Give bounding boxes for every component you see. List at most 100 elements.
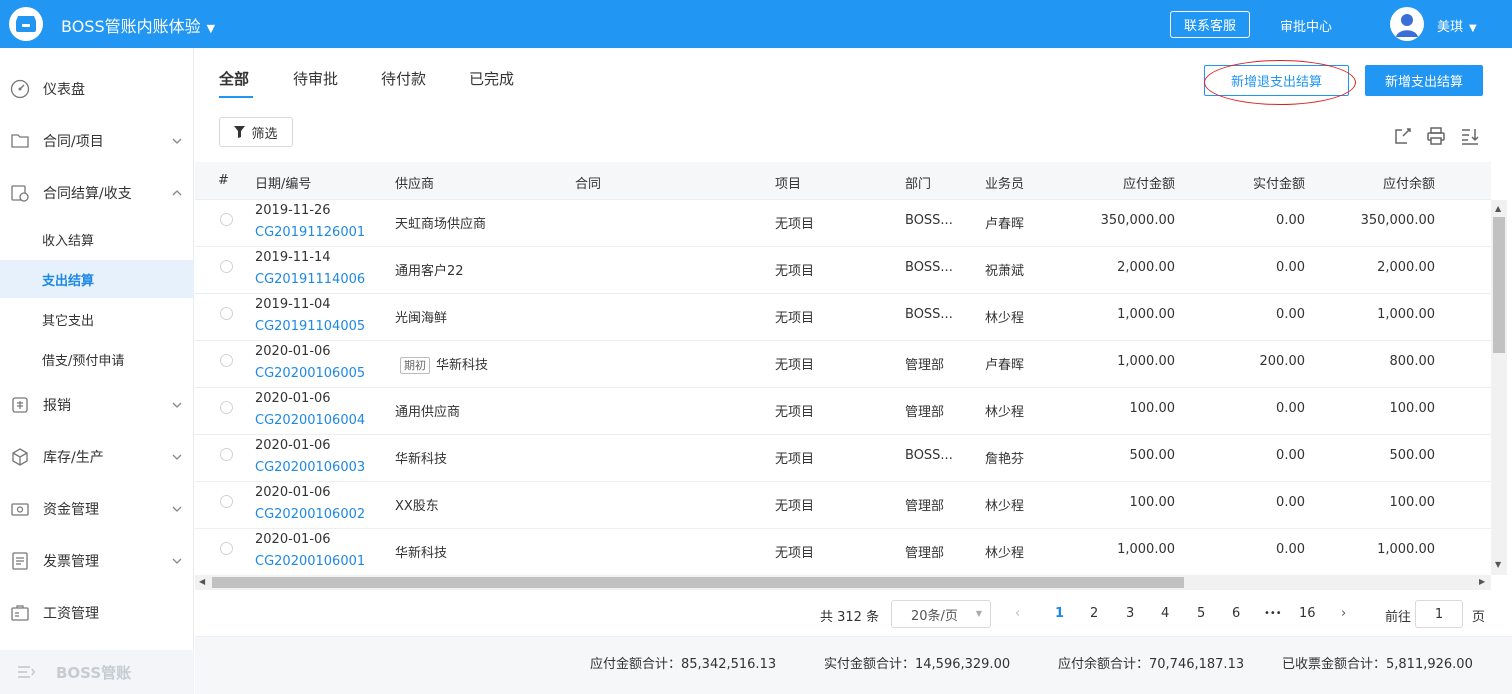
table-row[interactable]: 2020-01-06 CG20200106002 XX股东 无项目 管理部 林少程 100.… (195, 482, 1491, 529)
row-supplier: 天虹商场供应商 (395, 217, 487, 232)
column-header[interactable]: 供应商 (395, 173, 434, 192)
user-menu[interactable]: 美琪 ▼ (1437, 16, 1477, 35)
row-select-radio[interactable] (220, 448, 233, 461)
scroll-up-arrow-icon[interactable]: ▲ (1495, 204, 1501, 213)
total-count: 共 312 条 (820, 610, 880, 625)
prev-page-icon[interactable]: ‹ (1015, 606, 1020, 621)
chevron-down-icon (171, 451, 183, 463)
row-payable-amount: 2,000.00 (1117, 260, 1175, 275)
row-select-radio[interactable] (220, 495, 233, 508)
sidebar-item-reimburse[interactable]: 报销 (0, 385, 194, 425)
row-project: 无项目 (775, 358, 815, 373)
sidebar-subitem-expense[interactable]: 支出结算 (0, 260, 194, 298)
dashboard-icon (10, 79, 30, 99)
sidebar-item-funds[interactable]: 资金管理 (0, 489, 194, 529)
column-header[interactable]: 项目 (775, 173, 801, 192)
table-row[interactable]: 2020-01-06 CG20200106004 通用供应商 无项目 管理部 林少程 100… (195, 388, 1491, 435)
table-row[interactable]: 2019-11-14 CG20191114006 通用客户22 无项目 BOSS... 祝… (195, 247, 1491, 294)
tab-all[interactable]: 全部 (219, 68, 249, 89)
download-icon[interactable] (1460, 126, 1480, 146)
row-code-link[interactable]: CG20191104005 (255, 319, 365, 334)
column-header[interactable]: 实付金额 (1205, 173, 1305, 192)
row-code-link[interactable]: CG20200106003 (255, 460, 365, 475)
row-select-radio[interactable] (220, 307, 233, 320)
print-icon[interactable] (1426, 126, 1446, 146)
row-salesperson: 林少程 (985, 499, 1025, 514)
sidebar-item-label: 库存/生产 (43, 450, 104, 466)
filter-button[interactable]: 筛选 (219, 117, 293, 147)
page-number[interactable]: 6 (1232, 606, 1240, 621)
vertical-scrollbar-thumb[interactable] (1493, 217, 1505, 353)
sidebar-item-inventory[interactable]: 库存/生产 (0, 437, 194, 477)
page-number[interactable]: 16 (1299, 606, 1316, 621)
row-select-radio[interactable] (220, 260, 233, 273)
table-row[interactable]: 2020-01-06 CG20200106003 华新科技 无项目 BOSS... 詹艳芬… (195, 435, 1491, 482)
next-page-icon[interactable]: › (1341, 606, 1346, 621)
goto-page-input[interactable] (1415, 600, 1463, 628)
page-number[interactable]: 4 (1161, 606, 1169, 621)
scroll-right-arrow-icon[interactable]: ▶ (1479, 577, 1485, 586)
row-code-link[interactable]: CG20191114006 (255, 272, 365, 287)
column-header[interactable]: 部门 (905, 173, 931, 192)
column-header[interactable]: 应付余额 (1335, 173, 1435, 192)
column-header[interactable]: 合同 (575, 173, 601, 192)
export-icon[interactable] (1393, 126, 1413, 146)
contact-support-button[interactable]: 联系客服 (1170, 11, 1250, 38)
page-number[interactable]: 3 (1126, 606, 1134, 621)
row-select-radio[interactable] (220, 401, 233, 414)
sidebar-item-dashboard[interactable]: 仪表盘 (0, 69, 194, 109)
invoice-icon (10, 551, 30, 571)
app-title: BOSS管账内账体验 (61, 17, 201, 36)
sidebar: 仪表盘 合同/项目 合同结算/收支 收入结算 支出结算 其它支出 借支/预付申请… (0, 48, 194, 694)
opening-balance-tag: 期初 (400, 357, 430, 374)
row-salesperson: 林少程 (985, 311, 1025, 326)
page-suffix: 页 (1472, 610, 1486, 625)
row-code-link[interactable]: CG20200106002 (255, 507, 365, 522)
scroll-down-arrow-icon[interactable]: ▼ (1495, 560, 1501, 569)
sidebar-subitem-other-expense[interactable]: 其它支出 (0, 300, 194, 338)
row-code-link[interactable]: CG20200106005 (255, 366, 365, 381)
tab-completed[interactable]: 已完成 (469, 68, 514, 89)
table-row[interactable]: 2020-01-06 CG20200106005 期初 华新科技 无项目 管理部 卢春晖 1,… (195, 341, 1491, 388)
row-project: 无项目 (775, 405, 815, 420)
row-code-link[interactable]: CG20200106001 (255, 554, 365, 569)
row-payable-amount: 350,000.00 (1100, 213, 1175, 228)
page-number[interactable]: 1 (1055, 606, 1064, 621)
sidebar-footer[interactable]: BOSS管账 (0, 650, 194, 694)
app-switcher[interactable]: BOSS管账内账体验 ▼ (61, 13, 215, 37)
row-select-radio[interactable] (220, 542, 233, 555)
sidebar-item-contracts[interactable]: 合同/项目 (0, 121, 194, 161)
tab-pending-payment[interactable]: 待付款 (381, 68, 426, 89)
sidebar-subitem-income[interactable]: 收入结算 (0, 220, 194, 258)
new-expense-settlement-button[interactable]: 新增支出结算 (1365, 65, 1483, 96)
goto-label: 前往 (1385, 610, 1412, 625)
avatar[interactable] (1390, 7, 1424, 41)
table-row[interactable]: 2020-01-06 CG20200106001 华新科技 无项目 管理部 林少程 1,00… (195, 529, 1491, 575)
page-size-select[interactable]: 20条/页 ▼ (891, 600, 991, 628)
tab-pending-approval[interactable]: 待审批 (293, 68, 338, 89)
column-header[interactable]: 日期/编号 (255, 173, 311, 192)
sidebar-item-settlement[interactable]: 合同结算/收支 (0, 173, 194, 213)
sidebar-item-salary[interactable]: 工资管理 (0, 593, 194, 633)
column-header[interactable]: 应付金额 (1075, 173, 1175, 192)
table-row[interactable]: 2019-11-04 CG20191104005 光闽海鲜 无项目 BOSS... 林少程… (195, 294, 1491, 341)
row-code-link[interactable]: CG20191126001 (255, 225, 365, 240)
column-header[interactable]: 业务员 (985, 173, 1024, 192)
row-paid-amount: 0.00 (1276, 401, 1305, 416)
row-salesperson: 詹艳芬 (985, 452, 1025, 467)
approval-center-link[interactable]: 审批中心 (1280, 16, 1332, 35)
row-select-radio[interactable] (220, 213, 233, 226)
scroll-left-arrow-icon[interactable]: ◀ (199, 577, 205, 586)
page-number[interactable]: 2 (1090, 606, 1098, 621)
sidebar-subitem-advance[interactable]: 借支/预付申请 (0, 340, 194, 378)
more-pages-icon[interactable]: ••• (1264, 608, 1282, 619)
row-code-link[interactable]: CG20200106004 (255, 413, 365, 428)
page-number[interactable]: 5 (1197, 606, 1205, 621)
table-row[interactable]: 2019-11-26 CG20191126001 天虹商场供应商 无项目 BOSS...… (195, 200, 1491, 247)
horizontal-scrollbar-thumb[interactable] (212, 577, 1184, 588)
app-logo-icon[interactable] (9, 7, 43, 41)
row-department: BOSS... (905, 307, 953, 322)
row-select-radio[interactable] (220, 354, 233, 367)
sidebar-item-invoice[interactable]: 发票管理 (0, 541, 194, 581)
row-project: 无项目 (775, 217, 815, 232)
